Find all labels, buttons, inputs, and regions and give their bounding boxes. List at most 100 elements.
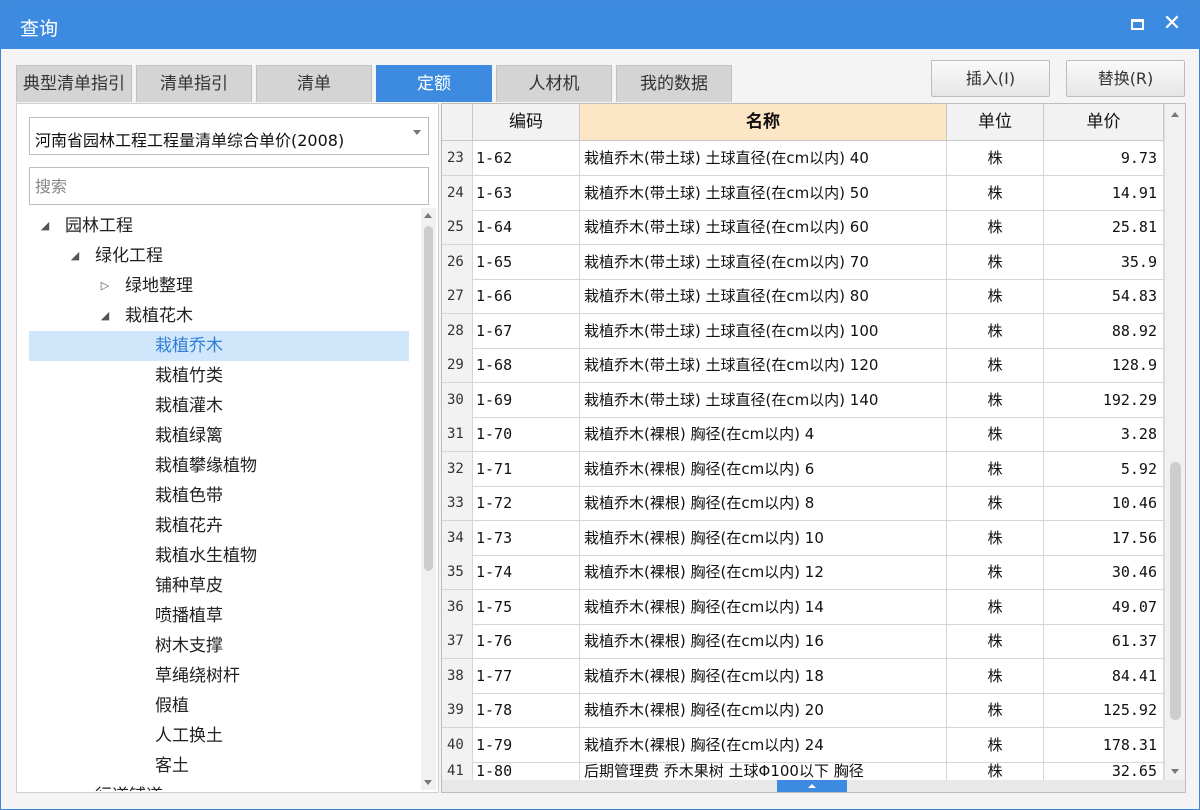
tree-node-planting-flowers-trees[interactable]: ◢ 栽植花木 xyxy=(29,301,409,331)
search-input[interactable] xyxy=(29,167,429,205)
table-row[interactable]: 31 1-70 栽植乔木(裸根) 胸径(在cm以内) 4 株 3.28 xyxy=(442,417,1164,452)
cell-unit: 株 xyxy=(947,141,1044,176)
cell-name: 栽植乔木(带土球) 土球直径(在cm以内) 140 xyxy=(580,382,947,418)
column-header-code[interactable]: 编码 xyxy=(473,104,580,141)
row-number: 28 xyxy=(442,313,473,349)
table-row[interactable]: 28 1-67 栽植乔木(带土球) 土球直径(在cm以内) 100 株 88.92 xyxy=(442,313,1164,349)
cell-code: 1-77 xyxy=(473,658,580,694)
maximize-icon[interactable] xyxy=(1125,11,1151,37)
cell-price: 54.83 xyxy=(1044,279,1164,314)
tree-node-planting-bamboo[interactable]: 栽植竹类 xyxy=(29,361,409,391)
table-row[interactable]: 34 1-73 栽植乔木(裸根) 胸径(在cm以内) 10 株 17.56 xyxy=(442,520,1164,556)
cell-code: 1-65 xyxy=(473,244,580,280)
tree-node-planting-climbers[interactable]: 栽植攀缘植物 xyxy=(29,451,409,481)
cell-unit: 株 xyxy=(947,486,1044,521)
column-header-unit[interactable]: 单位 xyxy=(947,104,1044,141)
tree-node-straw-rope-wrap[interactable]: 草绳绕树杆 xyxy=(29,661,409,691)
splitter-bar[interactable] xyxy=(442,780,1185,792)
table-row[interactable]: 39 1-78 栽植乔木(裸根) 胸径(在cm以内) 20 株 125.92 xyxy=(442,693,1164,728)
table-row[interactable]: 30 1-69 栽植乔木(带土球) 土球直径(在cm以内) 140 株 192.29 xyxy=(442,382,1164,418)
quota-table: 编码 名称 单位 单价 23 1-62 栽植乔木(带土球) 土球直径(在cm以内) … xyxy=(441,103,1186,793)
quota-library-select[interactable]: 河南省园林工程工程量清单综合单价(2008) xyxy=(29,117,429,155)
tree-node-heeling-in[interactable]: 假植 xyxy=(29,691,409,721)
column-header-name[interactable]: 名称 xyxy=(580,104,947,141)
cell-code: 1-78 xyxy=(473,693,580,728)
tree-node-spray-seeding[interactable]: 喷播植草 xyxy=(29,601,409,631)
tab-quota[interactable]: 定额 xyxy=(376,65,492,102)
tree-node-garden-engineering[interactable]: ◢ 园林工程 xyxy=(29,211,409,241)
tab-my-data[interactable]: 我的数据 xyxy=(616,65,732,102)
expand-icon[interactable]: ▷ xyxy=(67,781,83,791)
title-bar[interactable]: 查询 ✕ xyxy=(1,1,1199,49)
row-number: 39 xyxy=(442,693,473,728)
tab-bill[interactable]: 清单 xyxy=(256,65,372,102)
tree-node-imported-soil[interactable]: 客土 xyxy=(29,751,409,781)
tab-labor-material-machine[interactable]: 人材机 xyxy=(496,65,612,102)
cell-price: 61.37 xyxy=(1044,624,1164,659)
dialog-title: 查询 xyxy=(20,18,59,40)
row-number: 24 xyxy=(442,175,473,211)
table-row[interactable]: 35 1-74 栽植乔木(裸根) 胸径(在cm以内) 12 株 30.46 xyxy=(442,555,1164,590)
cell-price: 30.46 xyxy=(1044,555,1164,590)
table-row[interactable]: 40 1-79 栽植乔木(裸根) 胸径(在cm以内) 24 株 178.31 xyxy=(442,727,1164,763)
cell-name: 栽植乔木(带土球) 土球直径(在cm以内) 50 xyxy=(580,175,947,211)
row-number: 27 xyxy=(442,279,473,314)
table-row[interactable]: 23 1-62 栽植乔木(带土球) 土球直径(在cm以内) 40 株 9.73 xyxy=(442,141,1164,176)
tree-node-partial[interactable]: ▷ 行道铺道 xyxy=(29,781,409,791)
tree-node-label: 栽植花卉 xyxy=(155,516,223,536)
tree-node-planting-hedges[interactable]: 栽植绿篱 xyxy=(29,421,409,451)
table-row[interactable]: 26 1-65 栽植乔木(带土球) 土球直径(在cm以内) 70 株 35.9 xyxy=(442,244,1164,280)
table-row[interactable]: 27 1-66 栽植乔木(带土球) 土球直径(在cm以内) 80 株 54.83 xyxy=(442,279,1164,314)
insert-button[interactable]: 插入(I) xyxy=(931,60,1050,97)
tree-node-green-land-preparation[interactable]: ▷ 绿地整理 xyxy=(29,271,409,301)
tree-node-planting-color-belt[interactable]: 栽植色带 xyxy=(29,481,409,511)
collapse-icon[interactable]: ◢ xyxy=(97,301,113,331)
row-number: 35 xyxy=(442,555,473,590)
collapse-icon[interactable]: ◢ xyxy=(67,241,83,271)
query-dialog: 查询 ✕ 典型清单指引 清单指引 清单 定额 人材机 我的数据 插入(I) 替换… xyxy=(0,0,1200,810)
cell-unit: 株 xyxy=(947,727,1044,763)
scroll-up-icon[interactable] xyxy=(1171,112,1179,117)
chapter-tree: ◢ 园林工程 ◢ 绿化工程 ▷ 绿地整理 ◢ 栽植花木 栽植乔木 栽植竹类 栽植… xyxy=(29,211,409,791)
table-row[interactable]: 37 1-76 栽植乔木(裸根) 胸径(在cm以内) 16 株 61.37 xyxy=(442,624,1164,659)
quota-tree-panel: 河南省园林工程工程量清单综合单价(2008) ◢ 园林工程 ◢ 绿化工程 ▷ 绿… xyxy=(16,103,439,793)
cell-name: 栽植乔木(裸根) 胸径(在cm以内) 18 xyxy=(580,658,947,694)
tree-node-tree-support[interactable]: 树木支撑 xyxy=(29,631,409,661)
tab-bill-guide[interactable]: 清单指引 xyxy=(136,65,252,102)
tree-node-planting-shrubs[interactable]: 栽植灌木 xyxy=(29,391,409,421)
scroll-down-icon[interactable] xyxy=(1171,769,1179,774)
expand-icon[interactable]: ▷ xyxy=(97,271,113,301)
tree-node-label: 行道铺道 xyxy=(95,781,163,791)
tree-node-planting-flowers[interactable]: 栽植花卉 xyxy=(29,511,409,541)
tree-node-planting-aquatic[interactable]: 栽植水生植物 xyxy=(29,541,409,571)
grid-scrollbar[interactable] xyxy=(1164,104,1185,780)
replace-button[interactable]: 替换(R) xyxy=(1066,60,1185,97)
collapse-icon[interactable]: ◢ xyxy=(37,211,53,241)
table-row[interactable]: 29 1-68 栽植乔木(带土球) 土球直径(在cm以内) 120 株 128.9 xyxy=(442,348,1164,383)
tree-node-label: 栽植灌木 xyxy=(155,396,223,416)
scroll-down-icon[interactable] xyxy=(424,780,432,785)
table-row[interactable]: 36 1-75 栽植乔木(裸根) 胸径(在cm以内) 14 株 49.07 xyxy=(442,589,1164,625)
tree-node-manual-soil-replacement[interactable]: 人工换土 xyxy=(29,721,409,751)
tree-node-label: 栽植攀缘植物 xyxy=(155,456,257,476)
table-row[interactable]: 32 1-71 栽植乔木(裸根) 胸径(在cm以内) 6 株 5.92 xyxy=(442,451,1164,487)
tree-scrollbar[interactable] xyxy=(421,208,436,790)
tree-scroll-thumb[interactable] xyxy=(424,226,433,571)
scroll-up-icon[interactable] xyxy=(424,213,432,218)
cell-name: 栽植乔木(带土球) 土球直径(在cm以内) 80 xyxy=(580,279,947,314)
table-row[interactable]: 24 1-63 栽植乔木(带土球) 土球直径(在cm以内) 50 株 14.91 xyxy=(442,175,1164,211)
cell-code: 1-72 xyxy=(473,486,580,521)
splitter-handle[interactable] xyxy=(777,780,847,792)
tree-node-laying-turf[interactable]: 铺种草皮 xyxy=(29,571,409,601)
cell-code: 1-67 xyxy=(473,313,580,349)
table-row[interactable]: 38 1-77 栽植乔木(裸根) 胸径(在cm以内) 18 株 84.41 xyxy=(442,658,1164,694)
column-header-price[interactable]: 单价 xyxy=(1044,104,1164,141)
grid-scroll-thumb[interactable] xyxy=(1170,462,1181,720)
table-row[interactable]: 33 1-72 栽植乔木(裸根) 胸径(在cm以内) 8 株 10.46 xyxy=(442,486,1164,521)
table-row[interactable]: 25 1-64 栽植乔木(带土球) 土球直径(在cm以内) 60 株 25.81 xyxy=(442,210,1164,245)
tab-typical-bill-guide[interactable]: 典型清单指引 xyxy=(16,65,132,102)
tree-node-planting-trees[interactable]: 栽植乔木 xyxy=(29,331,409,361)
tree-node-greening-engineering[interactable]: ◢ 绿化工程 xyxy=(29,241,409,271)
cell-unit: 株 xyxy=(947,313,1044,349)
close-icon[interactable]: ✕ xyxy=(1159,11,1185,37)
